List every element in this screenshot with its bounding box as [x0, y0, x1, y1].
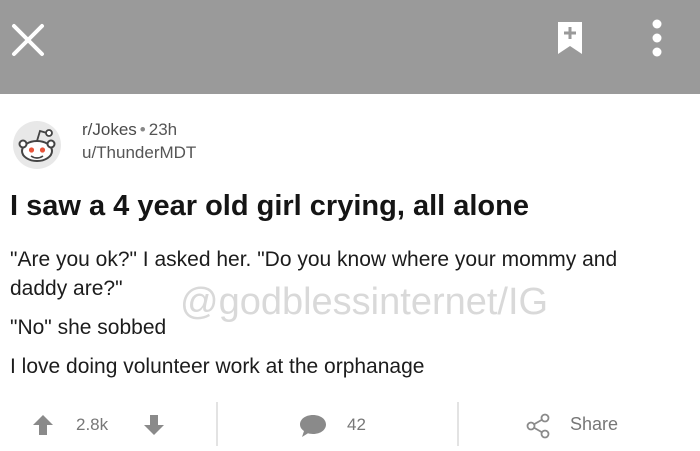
post-meta: r/Jokes • 23h u/ThunderMDT — [82, 120, 196, 164]
watermark: @godblessinternet/IG — [180, 281, 549, 323]
downvote-arrow-icon[interactable] — [143, 414, 165, 436]
post-header: r/Jokes • 23h u/ThunderMDT — [12, 112, 692, 172]
action-divider — [457, 402, 459, 446]
more-vertical-icon — [652, 19, 662, 57]
action-divider — [216, 402, 218, 446]
more-options-button[interactable] — [640, 16, 674, 60]
share-icon[interactable] — [523, 411, 553, 441]
comment-bubble-icon[interactable] — [298, 413, 328, 439]
reddit-avatar-icon[interactable] — [12, 120, 62, 170]
author-link[interactable]: u/ThunderMDT — [82, 142, 196, 164]
body-paragraph: I love doing volunteer work at the orpha… — [10, 355, 425, 378]
post-action-bar: 2.8k 42 Share — [0, 398, 700, 451]
post-age: 23h — [148, 120, 178, 139]
close-icon — [12, 24, 44, 56]
vote-score: 2.8k — [76, 415, 109, 434]
bookmark-add-icon — [558, 22, 582, 54]
share-button[interactable]: Share — [570, 414, 618, 435]
meta-separator: • — [139, 120, 146, 139]
bookmark-button[interactable] — [553, 18, 587, 58]
close-button[interactable] — [8, 20, 48, 60]
upvote-arrow-icon[interactable] — [32, 414, 54, 436]
top-toolbar — [0, 0, 700, 94]
subreddit-link[interactable]: r/Jokes — [82, 120, 137, 139]
comment-count: 42 — [347, 415, 366, 434]
post-title: I saw a 4 year old girl crying, all alon… — [10, 190, 529, 222]
